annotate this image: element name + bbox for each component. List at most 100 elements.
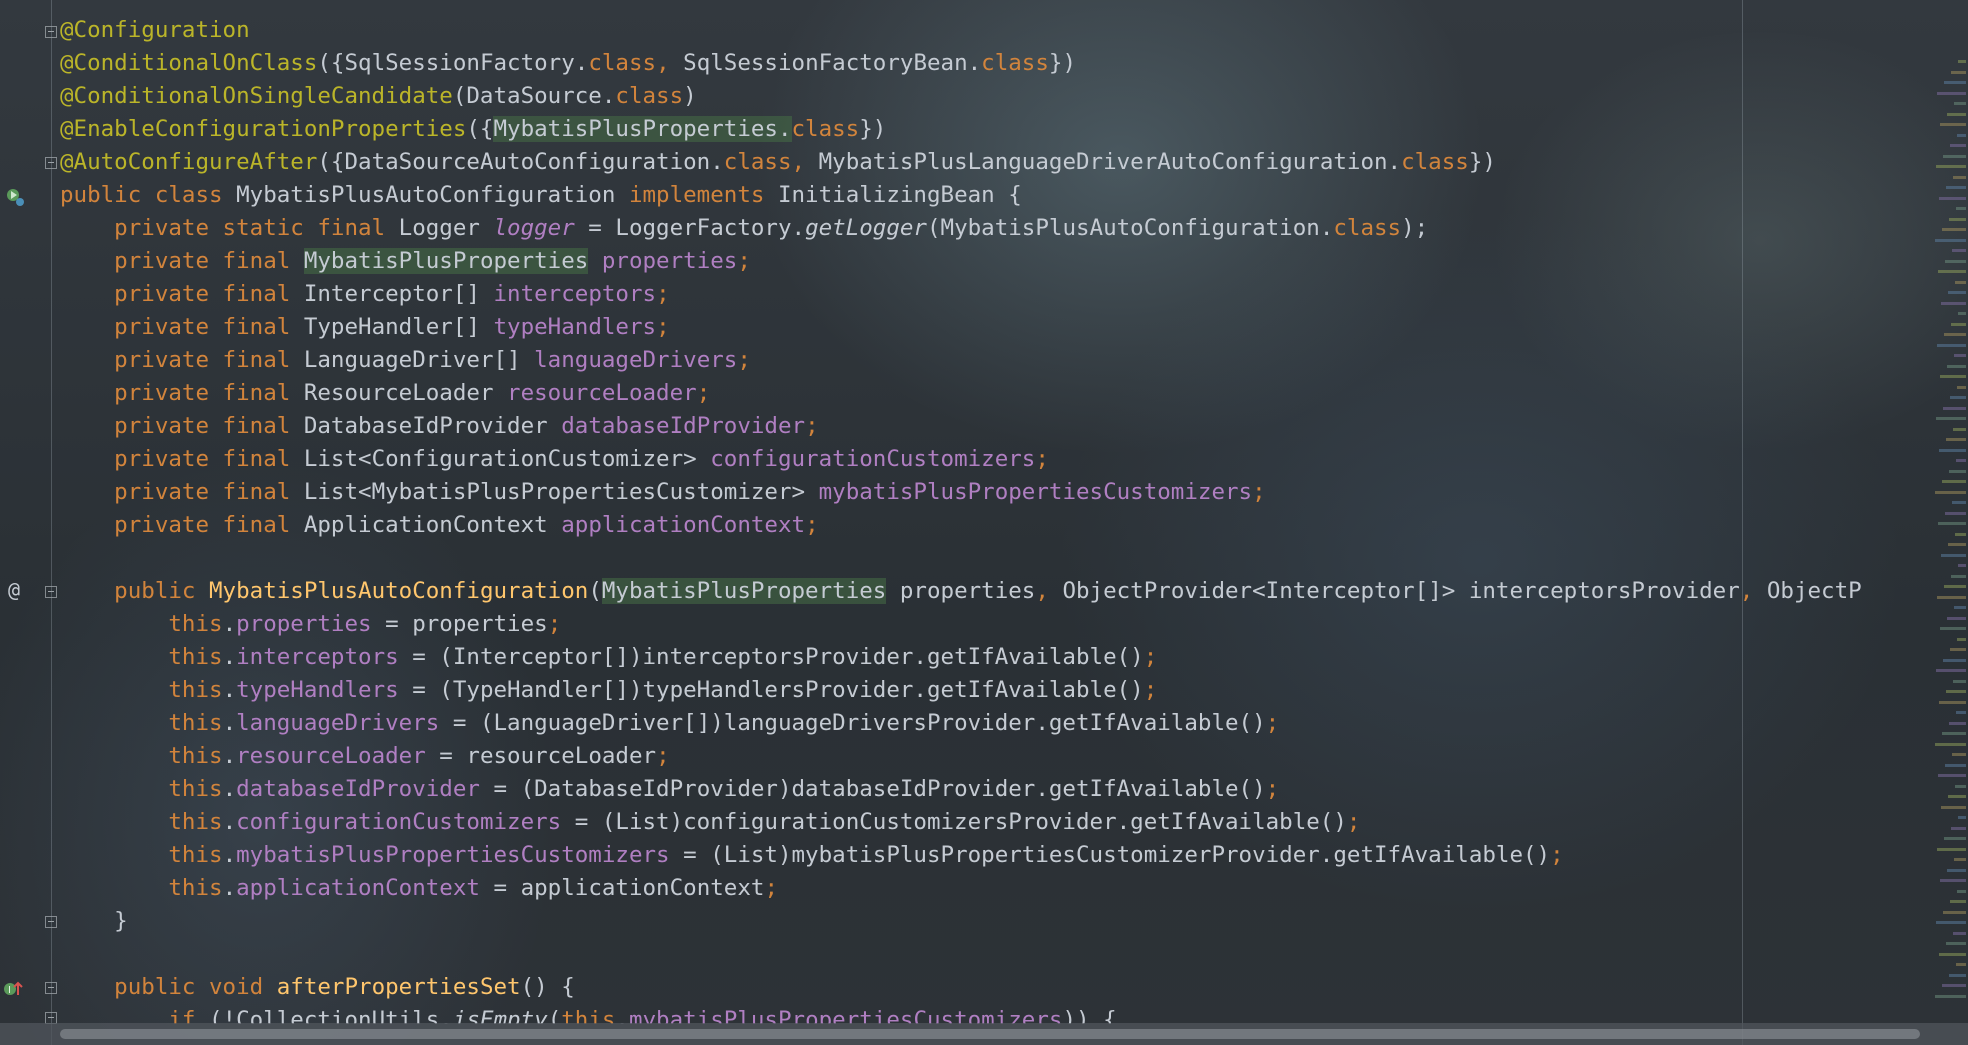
code-token: Logger [398, 215, 494, 241]
code-line[interactable]: private final List<MybatisPlusProperties… [60, 476, 1968, 509]
code-token: ; [1035, 446, 1049, 472]
code-line[interactable]: @ConditionalOnClass({SqlSessionFactory.c… [60, 47, 1968, 80]
code-token: public [60, 578, 210, 604]
code-token: isEmpty [452, 1007, 548, 1024]
code-line[interactable]: @AutoConfigureAfter({DataSourceAutoConfi… [60, 146, 1968, 179]
code-token: private final [60, 446, 304, 472]
error-stripe[interactable] [1930, 0, 1968, 1020]
code-token: MybatisPlusLanguageDriverAutoConfigurati… [818, 149, 1402, 175]
code-token: private final [60, 413, 304, 439]
code-token: ; [656, 314, 670, 340]
error-stripe-mark [1954, 102, 1966, 105]
code-line[interactable]: private final TypeHandler[] typeHandlers… [60, 311, 1968, 344]
error-stripe-mark [1957, 889, 1966, 893]
code-line[interactable]: this.properties = properties; [60, 608, 1968, 641]
code-token: ; [1143, 677, 1158, 703]
code-line[interactable]: this.configurationCustomizers = (List)co… [60, 806, 1968, 839]
code-token: ; [764, 875, 778, 901]
code-line[interactable]: private final LanguageDriver[] languageD… [60, 344, 1968, 377]
code-line[interactable]: private final ResourceLoader resourceLoa… [60, 377, 1968, 410]
code-token: (MybatisPlusAutoConfiguration. [926, 215, 1334, 241]
code-line[interactable] [60, 542, 1968, 575]
error-stripe-mark [1937, 847, 1966, 851]
code-token: ; [737, 347, 751, 373]
constructor-annotation-marker[interactable]: @ [8, 580, 20, 600]
code-line[interactable]: this.languageDrivers = (LanguageDriver[]… [60, 707, 1968, 740]
code-line[interactable]: } [60, 905, 1968, 938]
error-stripe-mark [1937, 91, 1966, 95]
code-line[interactable]: private static final Logger logger = Log… [60, 212, 1968, 245]
error-stripe-mark [1946, 186, 1966, 189]
error-stripe-mark [1951, 322, 1966, 326]
implements-method-icon[interactable]: I [2, 978, 24, 1004]
code-line[interactable]: this.databaseIdProvider = (DatabaseIdPro… [60, 773, 1968, 806]
error-stripe-mark [1956, 207, 1966, 210]
code-token: applicationContext [561, 512, 806, 538]
code-line[interactable]: private final MybatisPlusProperties prop… [60, 245, 1968, 278]
code-token: }) [1048, 50, 1076, 76]
code-line[interactable]: public MybatisPlusAutoConfiguration(Myba… [60, 575, 1968, 608]
code-token: MybatisPlusProperties [303, 248, 589, 274]
code-line[interactable]: this.resourceLoader = resourceLoader; [60, 740, 1968, 773]
code-line[interactable]: @EnableConfigurationProperties({MybatisP… [60, 113, 1968, 146]
error-stripe-mark [1942, 480, 1966, 483]
code-token: Interceptor[] [303, 281, 494, 307]
code-line[interactable]: private final Interceptor[] interceptors… [60, 278, 1968, 311]
code-token: ; [656, 281, 670, 307]
gutter: @ I [0, 0, 57, 1045]
code-token: typeHandlers [236, 677, 399, 703]
error-stripe-mark [1941, 805, 1966, 809]
code-token: ( [547, 1007, 562, 1024]
code-token: ({ [466, 116, 494, 142]
run-bean-icon[interactable] [4, 186, 26, 212]
horizontal-scrollbar-thumb[interactable] [60, 1029, 1920, 1039]
code-token: private final [60, 281, 304, 307]
error-stripe-mark [1947, 364, 1966, 368]
code-token: ; [737, 248, 751, 274]
error-stripe-mark [1956, 711, 1966, 714]
error-stripe-mark [1958, 60, 1966, 63]
error-stripe-mark [1952, 753, 1966, 756]
error-stripe-mark [1941, 301, 1966, 305]
code-token: class [615, 83, 684, 109]
code-line[interactable]: public class MybatisPlusAutoConfiguratio… [60, 179, 1968, 212]
code-token: logger [493, 215, 575, 241]
code-token: private final [60, 248, 304, 274]
code-token: . [222, 611, 237, 637]
code-line[interactable]: public void afterPropertiesSet() { [60, 971, 1968, 1004]
error-stripe-mark [1953, 175, 1966, 179]
code-token: this [60, 644, 223, 670]
code-token: ; [1550, 842, 1564, 868]
code-token: getLogger [805, 215, 927, 241]
code-token: this [60, 875, 223, 901]
code-line[interactable]: private final ApplicationContext applica… [60, 509, 1968, 542]
code-token: databaseIdProvider [236, 776, 480, 802]
code-line[interactable]: @ConditionalOnSingleCandidate(DataSource… [60, 80, 1968, 113]
error-stripe-mark [1937, 343, 1966, 347]
code-line[interactable]: this.mybatisPlusPropertiesCustomizers = … [60, 839, 1968, 872]
code-line[interactable]: private final List<ConfigurationCustomiz… [60, 443, 1968, 476]
error-stripe-mark [1943, 154, 1966, 158]
code-token: List<MybatisPlusPropertiesCustomizer> [303, 479, 819, 505]
code-token: typeHandlers [493, 314, 657, 340]
code-line[interactable]: @Configuration [60, 14, 1968, 47]
error-stripe-mark [1948, 543, 1966, 546]
code-line[interactable]: this.typeHandlers = (TypeHandler[])typeH… [60, 674, 1968, 707]
error-stripe-mark [1944, 81, 1966, 84]
error-stripe-mark [1941, 553, 1966, 557]
code-line[interactable]: if (!CollectionUtils.isEmpty(this.mybati… [60, 1004, 1968, 1024]
code-token: , [1035, 578, 1063, 604]
code-line[interactable]: this.interceptors = (Interceptor[])inter… [60, 641, 1968, 674]
error-stripe-mark [1936, 669, 1966, 672]
code-token: ; [1265, 776, 1280, 802]
code-token: DatabaseIdProvider [303, 413, 562, 439]
code-token: ObjectP [1766, 578, 1862, 604]
code-line[interactable] [60, 938, 1968, 971]
code-editor[interactable]: @Configuration @ConditionalOnClass({SqlSe… [60, 14, 1968, 1024]
error-stripe-mark [1936, 165, 1966, 168]
code-line[interactable]: private final DatabaseIdProvider databas… [60, 410, 1968, 443]
horizontal-scrollbar[interactable] [0, 1023, 1968, 1045]
code-line[interactable]: this.applicationContext = applicationCon… [60, 872, 1968, 905]
code-token: class [791, 116, 860, 142]
code-token: @EnableConfigurationProperties [60, 116, 467, 142]
